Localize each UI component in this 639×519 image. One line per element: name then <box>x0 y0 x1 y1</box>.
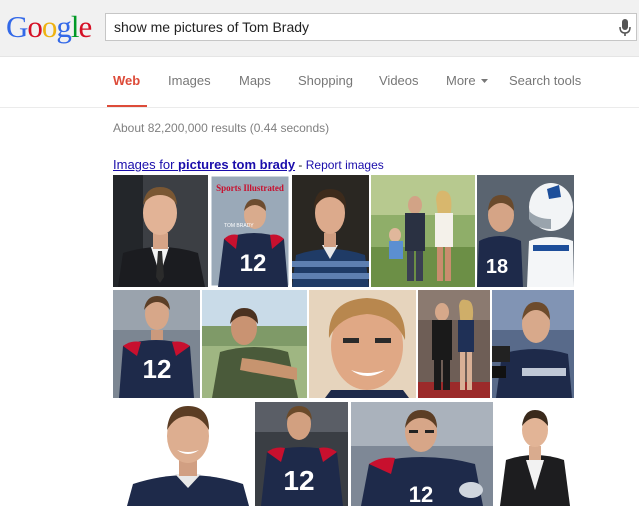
search-nav: Web Images Maps Shopping Videos More Sea… <box>0 57 639 108</box>
logo-letter: e <box>78 9 93 44</box>
jersey-number: 12 <box>283 465 314 496</box>
caret-down-icon <box>481 79 489 84</box>
logo-letter: o <box>27 9 42 44</box>
sports-illustrated-cover[interactable]: Sports Illustrated 12 TOM BRADY <box>210 175 290 287</box>
jersey-number: 18 <box>486 256 508 278</box>
google-logo[interactable]: Google <box>6 9 93 44</box>
tab-videos[interactable]: Videos <box>379 73 419 107</box>
image-thumbnail[interactable] <box>113 175 208 287</box>
logo-letter: G <box>6 9 28 44</box>
images-for-prefix: Images for <box>113 157 179 172</box>
image-thumbnail[interactable] <box>371 175 475 287</box>
image-thumbnail[interactable]: 18 <box>477 175 574 287</box>
tab-shopping[interactable]: Shopping <box>298 73 353 107</box>
search-box[interactable] <box>105 13 637 41</box>
image-thumbnail[interactable]: 12 <box>351 402 493 506</box>
image-thumbnail[interactable]: 12 <box>113 290 200 398</box>
tab-web[interactable]: Web <box>107 73 147 107</box>
tab-more[interactable]: More <box>446 73 489 107</box>
image-thumbnail[interactable] <box>202 290 307 398</box>
logo-letter: o <box>41 9 57 44</box>
header-separator: - <box>295 158 306 172</box>
images-for-query: pictures tom brady <box>178 157 296 172</box>
logo-letter: l <box>70 9 80 44</box>
image-thumbnail[interactable]: 12 <box>255 402 348 506</box>
tab-images[interactable]: Images <box>168 73 211 107</box>
image-thumbnail[interactable] <box>292 175 369 287</box>
report-images-link[interactable]: Report images <box>306 158 384 172</box>
si-masthead: Sports Illustrated <box>216 183 284 193</box>
microphone-icon[interactable] <box>618 19 632 37</box>
images-for-link[interactable]: Images for pictures tom brady <box>113 157 295 172</box>
top-bar: Google <box>0 0 639 57</box>
image-thumbnail[interactable] <box>492 290 574 398</box>
images-section-header: Images for pictures tom brady - Report i… <box>113 157 384 172</box>
search-input[interactable] <box>106 14 622 40</box>
si-caption: TOM BRADY <box>224 223 254 229</box>
tab-maps[interactable]: Maps <box>239 73 271 107</box>
logo-letter: g <box>56 9 71 44</box>
result-stats: About 82,200,000 results (0.44 seconds) <box>113 121 330 135</box>
tab-more-label: More <box>446 73 476 88</box>
si-jersey-number: 12 <box>240 250 267 277</box>
image-thumbnail[interactable] <box>125 402 251 506</box>
jersey-number: 12 <box>143 354 172 384</box>
jersey-number: 12 <box>409 482 433 506</box>
tab-search-tools[interactable]: Search tools <box>509 73 581 107</box>
image-thumbnail[interactable] <box>309 290 416 398</box>
image-thumbnail[interactable] <box>496 402 574 506</box>
image-thumbnail[interactable] <box>418 290 490 398</box>
